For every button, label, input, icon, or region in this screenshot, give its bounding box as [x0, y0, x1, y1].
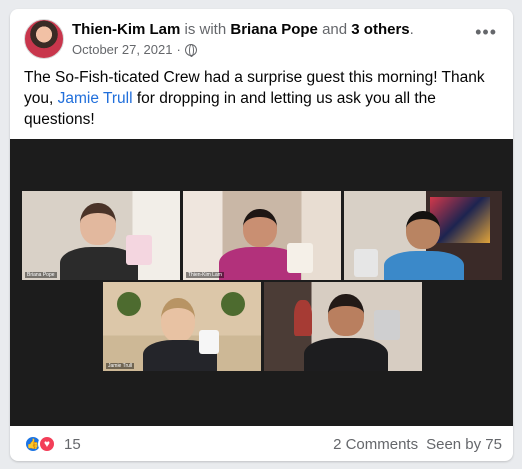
header-period: . — [409, 21, 414, 38]
video-tile: Briana Pope — [22, 191, 180, 280]
author-avatar[interactable] — [24, 19, 64, 59]
love-reaction-icon[interactable]: ♥ — [38, 435, 56, 453]
tagged-person[interactable]: Briana Pope — [230, 21, 318, 38]
video-tile: Thien-Kim Lam — [183, 191, 341, 280]
tile-label: Briana Pope — [25, 272, 57, 278]
author-name[interactable]: Thien-Kim Lam — [72, 21, 180, 38]
with-text: is with — [184, 21, 227, 38]
more-options-icon[interactable]: ••• — [475, 23, 497, 41]
post-card: Thien-Kim Lam is with Briana Pope and 3 … — [10, 9, 513, 461]
mention-link[interactable]: Jamie Trull — [58, 90, 133, 107]
post-header: Thien-Kim Lam is with Briana Pope and 3 … — [72, 21, 414, 38]
reaction-count[interactable]: 15 — [64, 436, 81, 453]
plant — [117, 292, 141, 316]
seen-by[interactable]: Seen by 75 — [426, 436, 502, 453]
comments-count[interactable]: 2 Comments — [333, 436, 418, 453]
and-text: and — [322, 21, 348, 38]
tile-label: Thien-Kim Lam — [186, 272, 224, 278]
tile-label: Jamie Trull — [106, 363, 135, 369]
meta-separator: · — [176, 42, 181, 57]
others-link[interactable]: 3 others — [351, 21, 409, 38]
post-meta: October 27, 2021 · — [72, 42, 197, 57]
video-tile — [264, 282, 422, 371]
wall-decoration — [294, 300, 312, 336]
video-tile — [344, 191, 502, 280]
post-text: The So-Fish-ticated Crew had a surprise … — [24, 67, 500, 130]
post-footer: 👍 ♥ 15 2 Comments Seen by 75 — [24, 433, 502, 455]
globe-icon — [184, 43, 197, 57]
post-date[interactable]: October 27, 2021 — [72, 42, 172, 57]
plant — [221, 292, 245, 316]
video-call-photo[interactable]: Briana Pope Thien-Kim Lam Jamie Trull — [10, 139, 513, 426]
video-tile-active: Jamie Trull — [103, 282, 261, 371]
